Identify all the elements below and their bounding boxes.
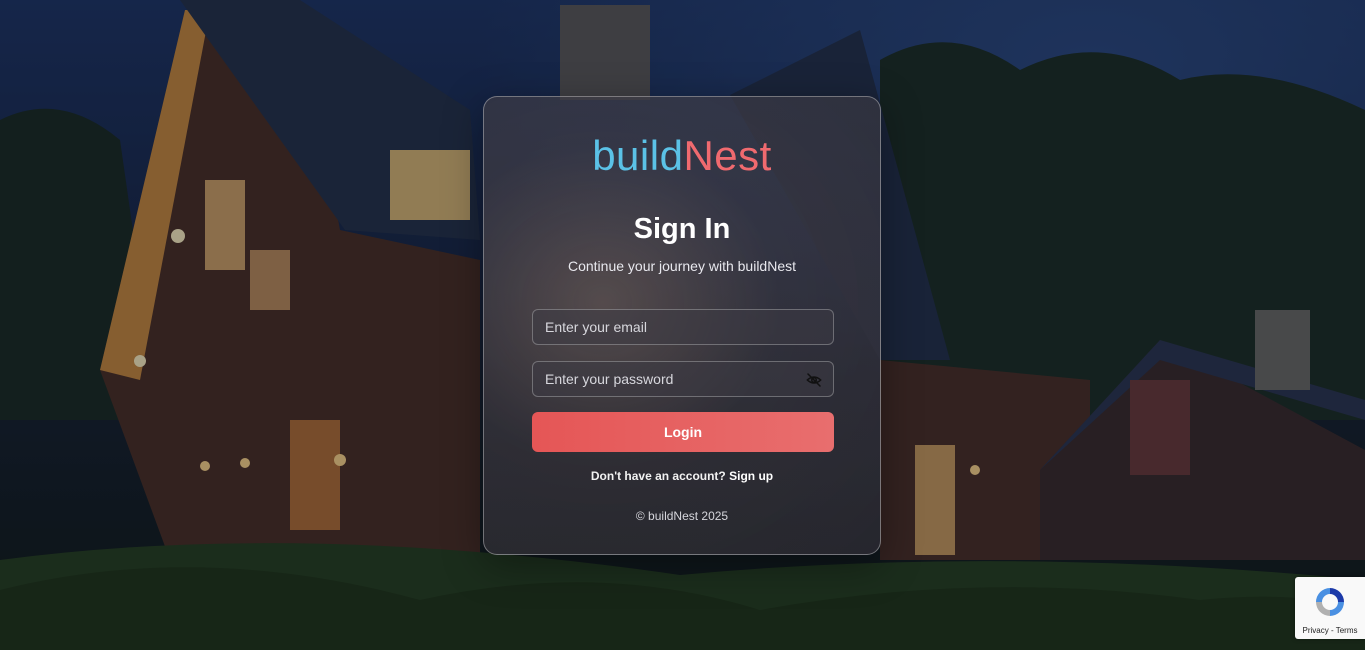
recaptcha-terms-link[interactable]: Terms [1336, 626, 1358, 635]
eye-off-icon[interactable] [805, 371, 823, 389]
email-field-wrapper [532, 309, 834, 345]
signup-link[interactable]: Sign up [729, 469, 773, 483]
recaptcha-icon [1316, 588, 1344, 616]
page-subtitle: Continue your journey with buildNest [567, 258, 796, 274]
signup-prompt-text: Don't have an account? [590, 469, 726, 483]
recaptcha-privacy-link[interactable]: Privacy [1303, 626, 1329, 635]
recaptcha-links: Privacy - Terms [1295, 626, 1365, 635]
recaptcha-badge[interactable]: Privacy - Terms [1295, 577, 1365, 639]
brand-logo-part-nest: Nest [683, 132, 772, 179]
password-field[interactable] [533, 362, 833, 396]
email-field[interactable] [533, 310, 833, 344]
password-field-wrapper [532, 361, 834, 397]
login-card: buildNest Sign In Continue your journey … [483, 96, 881, 555]
footer-copyright: © buildNest 2025 [635, 509, 729, 523]
brand-logo-part-build: build [592, 132, 684, 179]
page-title: Sign In [633, 213, 731, 245]
login-page: buildNest Sign In Continue your journey … [0, 0, 1365, 650]
recaptcha-separator: - [1328, 626, 1336, 635]
signup-prompt: Don't have an account? Sign up [484, 469, 880, 483]
login-button[interactable]: Login [532, 412, 834, 452]
brand-logo: buildNest [484, 131, 880, 181]
